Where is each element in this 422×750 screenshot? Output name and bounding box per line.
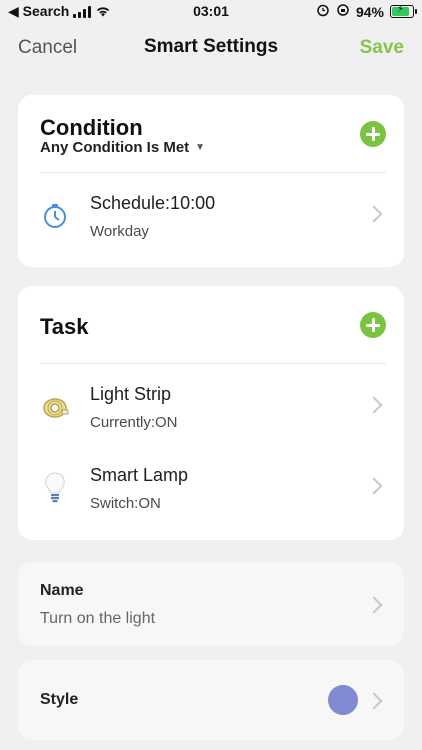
chevron-right-icon: [365, 596, 383, 614]
divider: [40, 363, 386, 364]
condition-item-sub: Workday: [90, 223, 149, 240]
timer-icon: [40, 201, 70, 231]
add-task-button[interactable]: [360, 312, 386, 338]
style-color-swatch[interactable]: [328, 685, 358, 715]
task-item-sub: Currently:ON: [90, 414, 178, 431]
condition-mode-dropdown[interactable]: Any Condition Is Met ▼: [40, 139, 205, 156]
condition-mode-label: Any Condition Is Met: [40, 139, 190, 156]
add-condition-button[interactable]: [360, 121, 386, 147]
alarm-icon: [316, 3, 330, 20]
status-bar: ◀ Search 03:01 94% ⚡: [0, 0, 422, 24]
light-strip-icon: [40, 392, 70, 422]
style-row[interactable]: Style: [18, 660, 404, 740]
chevron-right-icon: [365, 205, 383, 223]
condition-title: Condition: [40, 115, 143, 140]
charging-icon: ⚡: [397, 4, 405, 15]
bulb-icon: [40, 472, 70, 503]
battery-percent: 94%: [355, 3, 384, 20]
condition-item-label: Schedule:10:00: [90, 193, 216, 213]
save-button[interactable]: Save: [360, 37, 404, 59]
condition-item-schedule[interactable]: Schedule:10:00 Workday: [18, 179, 404, 251]
divider: [40, 172, 386, 173]
task-item-light-strip[interactable]: Light Strip Currently:ON: [18, 370, 404, 442]
task-item-label: Light Strip: [90, 384, 172, 404]
chevron-right-icon: [365, 396, 383, 414]
chevron-right-icon: [365, 692, 383, 710]
nav-bar: Cancel Smart Settings Save: [0, 24, 422, 72]
name-value: Turn on the light: [40, 610, 156, 627]
rotation-lock-icon: [336, 3, 350, 20]
battery-icon: ⚡: [390, 4, 417, 18]
task-title: Task: [40, 314, 89, 339]
chevron-right-icon: [365, 477, 383, 495]
task-item-smart-lamp[interactable]: Smart Lamp Switch:ON: [18, 451, 404, 523]
style-title: Style: [40, 691, 79, 708]
chevron-down-icon: ▼: [195, 142, 206, 153]
task-item-sub: Switch:ON: [90, 495, 161, 512]
task-card: Task Light Strip Currently:ON Smart Lamp…: [18, 286, 404, 540]
condition-card: Condition Any Condition Is Met ▼ Schedul…: [18, 95, 404, 267]
name-row[interactable]: Name Turn on the light: [18, 562, 404, 646]
status-right: 94% ⚡: [316, 3, 417, 20]
name-title: Name: [40, 582, 84, 599]
task-item-label: Smart Lamp: [90, 465, 189, 485]
